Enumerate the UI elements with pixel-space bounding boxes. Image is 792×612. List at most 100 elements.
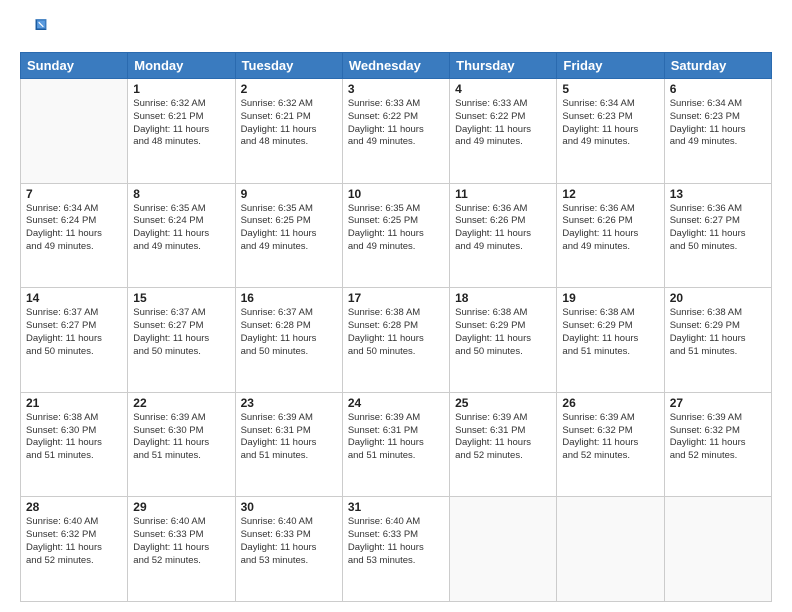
calendar-cell: 20 Sunrise: 6:38 AM Sunset: 6:29 PM Dayli… <box>664 288 771 393</box>
day-info: Sunrise: 6:40 AM Sunset: 6:33 PM Dayligh… <box>133 516 229 567</box>
day-number: 12 <box>562 187 658 201</box>
day-info: Sunrise: 6:39 AM Sunset: 6:31 PM Dayligh… <box>348 412 444 463</box>
day-info: Sunrise: 6:38 AM Sunset: 6:29 PM Dayligh… <box>670 307 766 358</box>
weekday-header-tuesday: Tuesday <box>235 53 342 79</box>
logo <box>20 16 50 44</box>
day-number: 3 <box>348 82 444 96</box>
day-info: Sunrise: 6:39 AM Sunset: 6:32 PM Dayligh… <box>670 412 766 463</box>
day-info: Sunrise: 6:38 AM Sunset: 6:30 PM Dayligh… <box>26 412 122 463</box>
header <box>20 16 772 44</box>
day-number: 8 <box>133 187 229 201</box>
weekday-header-monday: Monday <box>128 53 235 79</box>
calendar-week-5: 28 Sunrise: 6:40 AM Sunset: 6:32 PM Dayli… <box>21 497 772 602</box>
day-info: Sunrise: 6:39 AM Sunset: 6:31 PM Dayligh… <box>455 412 551 463</box>
day-number: 13 <box>670 187 766 201</box>
calendar-cell: 26 Sunrise: 6:39 AM Sunset: 6:32 PM Dayli… <box>557 392 664 497</box>
day-info: Sunrise: 6:35 AM Sunset: 6:24 PM Dayligh… <box>133 203 229 254</box>
day-info: Sunrise: 6:38 AM Sunset: 6:29 PM Dayligh… <box>562 307 658 358</box>
weekday-header-wednesday: Wednesday <box>342 53 449 79</box>
day-info: Sunrise: 6:39 AM Sunset: 6:30 PM Dayligh… <box>133 412 229 463</box>
calendar-cell: 5 Sunrise: 6:34 AM Sunset: 6:23 PM Daylig… <box>557 79 664 184</box>
day-info: Sunrise: 6:40 AM Sunset: 6:33 PM Dayligh… <box>241 516 337 567</box>
day-info: Sunrise: 6:35 AM Sunset: 6:25 PM Dayligh… <box>348 203 444 254</box>
calendar-cell: 8 Sunrise: 6:35 AM Sunset: 6:24 PM Daylig… <box>128 183 235 288</box>
calendar-cell: 14Sunrise: 6:37 AM Sunset: 6:27 PM Dayli… <box>21 288 128 393</box>
day-number: 19 <box>562 291 658 305</box>
calendar-cell: 10 Sunrise: 6:35 AM Sunset: 6:25 PM Dayli… <box>342 183 449 288</box>
calendar-cell: 2 Sunrise: 6:32 AM Sunset: 6:21 PM Daylig… <box>235 79 342 184</box>
day-number: 18 <box>455 291 551 305</box>
calendar-cell: 12Sunrise: 6:36 AM Sunset: 6:26 PM Dayli… <box>557 183 664 288</box>
calendar-cell: 31 Sunrise: 6:40 AM Sunset: 6:33 PM Dayli… <box>342 497 449 602</box>
day-info: Sunrise: 6:36 AM Sunset: 6:26 PM Dayligh… <box>455 203 551 254</box>
calendar-header: SundayMondayTuesdayWednesdayThursdayFrid… <box>21 53 772 79</box>
day-number: 28 <box>26 500 122 514</box>
day-number: 30 <box>241 500 337 514</box>
calendar-week-2: 7 Sunrise: 6:34 AM Sunset: 6:24 PM Daylig… <box>21 183 772 288</box>
day-info: Sunrise: 6:32 AM Sunset: 6:21 PM Dayligh… <box>241 98 337 149</box>
calendar-cell: 13Sunrise: 6:36 AM Sunset: 6:27 PM Dayli… <box>664 183 771 288</box>
day-number: 21 <box>26 396 122 410</box>
day-info: Sunrise: 6:33 AM Sunset: 6:22 PM Dayligh… <box>455 98 551 149</box>
weekday-header-friday: Friday <box>557 53 664 79</box>
day-number: 29 <box>133 500 229 514</box>
day-number: 10 <box>348 187 444 201</box>
calendar-cell <box>664 497 771 602</box>
day-number: 17 <box>348 291 444 305</box>
calendar-cell: 3 Sunrise: 6:33 AM Sunset: 6:22 PM Daylig… <box>342 79 449 184</box>
calendar-cell: 9 Sunrise: 6:35 AM Sunset: 6:25 PM Daylig… <box>235 183 342 288</box>
day-number: 24 <box>348 396 444 410</box>
day-number: 16 <box>241 291 337 305</box>
day-number: 6 <box>670 82 766 96</box>
weekday-header-sunday: Sunday <box>21 53 128 79</box>
day-info: Sunrise: 6:34 AM Sunset: 6:23 PM Dayligh… <box>562 98 658 149</box>
calendar-table: SundayMondayTuesdayWednesdayThursdayFrid… <box>20 52 772 602</box>
day-info: Sunrise: 6:34 AM Sunset: 6:23 PM Dayligh… <box>670 98 766 149</box>
day-number: 2 <box>241 82 337 96</box>
day-number: 9 <box>241 187 337 201</box>
calendar-cell: 21 Sunrise: 6:38 AM Sunset: 6:30 PM Dayli… <box>21 392 128 497</box>
calendar-cell: 18 Sunrise: 6:38 AM Sunset: 6:29 PM Dayli… <box>450 288 557 393</box>
calendar-cell: 23Sunrise: 6:39 AM Sunset: 6:31 PM Dayli… <box>235 392 342 497</box>
day-number: 20 <box>670 291 766 305</box>
calendar-cell <box>557 497 664 602</box>
calendar-week-4: 21 Sunrise: 6:38 AM Sunset: 6:30 PM Dayli… <box>21 392 772 497</box>
day-number: 15 <box>133 291 229 305</box>
weekday-header-saturday: Saturday <box>664 53 771 79</box>
calendar-cell: 24 Sunrise: 6:39 AM Sunset: 6:31 PM Dayli… <box>342 392 449 497</box>
day-info: Sunrise: 6:39 AM Sunset: 6:31 PM Dayligh… <box>241 412 337 463</box>
day-info: Sunrise: 6:40 AM Sunset: 6:33 PM Dayligh… <box>348 516 444 567</box>
day-number: 11 <box>455 187 551 201</box>
day-info: Sunrise: 6:38 AM Sunset: 6:28 PM Dayligh… <box>348 307 444 358</box>
calendar-cell: 1Sunrise: 6:32 AM Sunset: 6:21 PM Daylig… <box>128 79 235 184</box>
day-info: Sunrise: 6:39 AM Sunset: 6:32 PM Dayligh… <box>562 412 658 463</box>
calendar-cell <box>21 79 128 184</box>
calendar-body: 1 Sunrise: 6:32 AM Sunset: 6:21 PM Daylig… <box>21 79 772 602</box>
calendar-cell: 22 Sunrise: 6:39 AM Sunset: 6:30 PM Dayli… <box>128 392 235 497</box>
calendar-cell: 7 Sunrise: 6:34 AM Sunset: 6:24 PM Daylig… <box>21 183 128 288</box>
day-info: Sunrise: 6:37 AM Sunset: 6:28 PM Dayligh… <box>241 307 337 358</box>
day-info: Sunrise: 6:40 AM Sunset: 6:32 PM Dayligh… <box>26 516 122 567</box>
day-number: 22 <box>133 396 229 410</box>
day-number: 26 <box>562 396 658 410</box>
calendar-cell: 17 Sunrise: 6:38 AM Sunset: 6:28 PM Dayli… <box>342 288 449 393</box>
calendar-cell: 11 Sunrise: 6:36 AM Sunset: 6:26 PM Dayli… <box>450 183 557 288</box>
day-info: Sunrise: 6:33 AM Sunset: 6:22 PM Dayligh… <box>348 98 444 149</box>
day-info: Sunrise: 6:35 AM Sunset: 6:25 PM Dayligh… <box>241 203 337 254</box>
calendar-week-3: 14 Sunrise: 6:37 AM Sunset: 6:27 PM Dayli… <box>21 288 772 393</box>
day-number: 7 <box>26 187 122 201</box>
calendar-cell: 30 Sunrise: 6:40 AM Sunset: 6:33 PM Dayli… <box>235 497 342 602</box>
day-info: Sunrise: 6:37 AM Sunset: 6:27 PM Dayligh… <box>133 307 229 358</box>
day-info: Sunrise: 6:38 AM Sunset: 6:29 PM Dayligh… <box>455 307 551 358</box>
calendar-cell: 29 Sunrise: 6:40 AM Sunset: 6:33 PM Dayli… <box>128 497 235 602</box>
day-number: 31 <box>348 500 444 514</box>
calendar-cell: 27Sunrise: 6:39 AM Sunset: 6:32 PM Dayli… <box>664 392 771 497</box>
day-number: 5 <box>562 82 658 96</box>
calendar-cell: 28 Sunrise: 6:40 AM Sunset: 6:32 PM Dayli… <box>21 497 128 602</box>
day-number: 14 <box>26 291 122 305</box>
day-number: 1 <box>133 82 229 96</box>
logo-icon <box>20 16 48 44</box>
day-info: Sunrise: 6:34 AM Sunset: 6:24 PM Dayligh… <box>26 203 122 254</box>
weekday-header-thursday: Thursday <box>450 53 557 79</box>
day-number: 25 <box>455 396 551 410</box>
